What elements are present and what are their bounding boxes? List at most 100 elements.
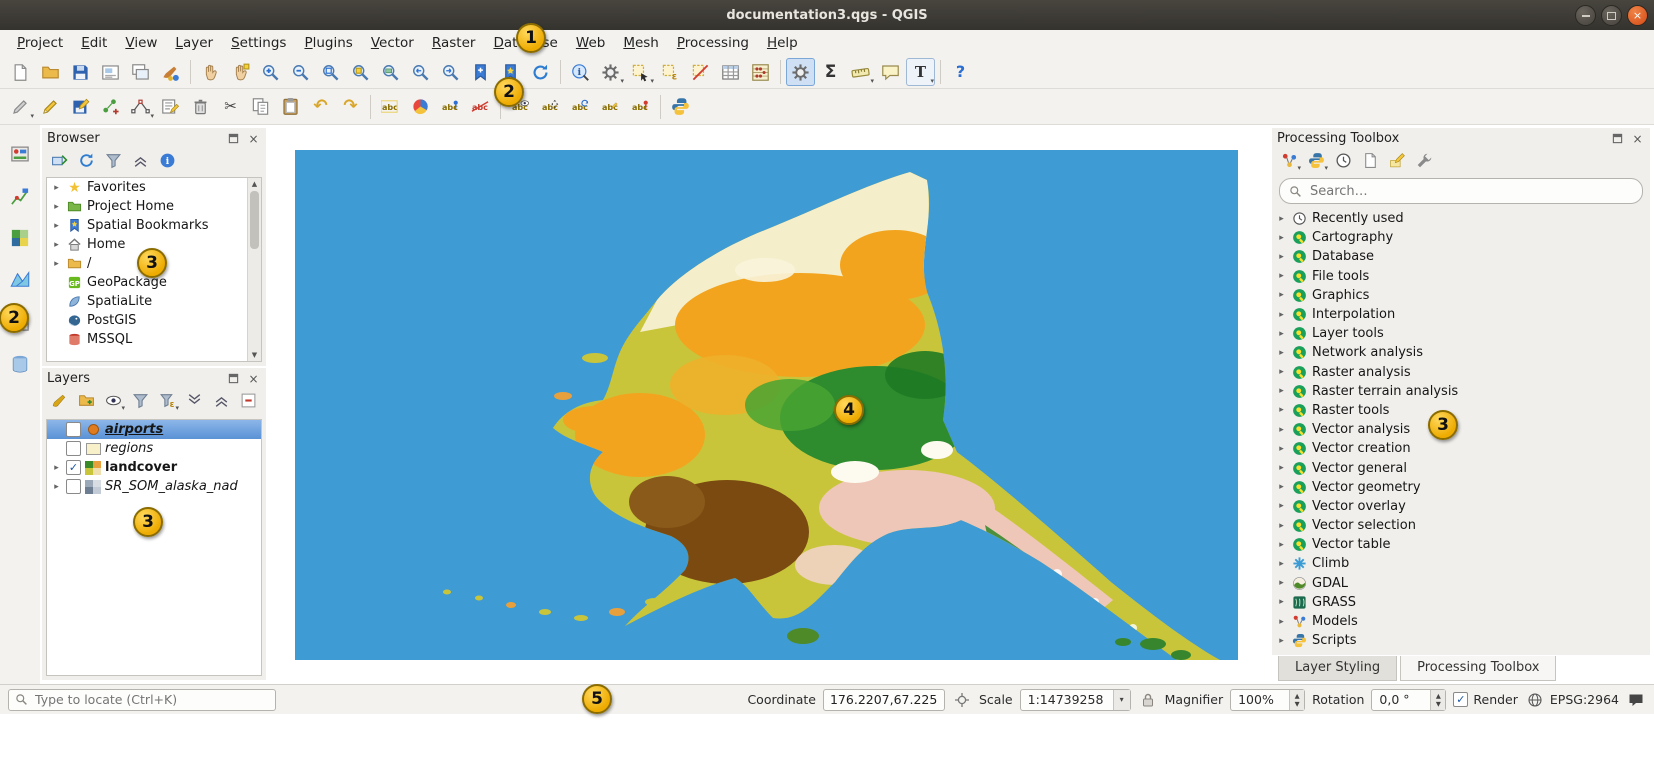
expand-arrow-icon[interactable]: ▸ bbox=[1276, 271, 1287, 281]
menu-vector[interactable]: Vector bbox=[362, 31, 423, 55]
spinner-arrows-icon[interactable]: ▲▼ bbox=[1430, 690, 1445, 710]
rotation-spinbox[interactable]: 0,0 ° ▲▼ bbox=[1371, 689, 1446, 711]
lock-icon[interactable] bbox=[1138, 690, 1158, 710]
map-tips-button[interactable] bbox=[876, 58, 905, 86]
options-button[interactable] bbox=[786, 58, 815, 86]
undo-button[interactable]: ↶ bbox=[306, 93, 335, 121]
help-contents-button[interactable]: ? bbox=[946, 58, 975, 86]
text-annotation-button[interactable]: T▾ bbox=[906, 58, 935, 86]
expand-arrow-icon[interactable]: ▸ bbox=[1276, 521, 1287, 531]
locate-input[interactable] bbox=[33, 691, 269, 708]
layer-item-landcover[interactable]: ▸✓landcover bbox=[47, 458, 261, 477]
processing-group-vector-overlay[interactable]: ▸Vector overlay bbox=[1272, 497, 1650, 516]
expand-arrow-icon[interactable]: ▸ bbox=[1276, 290, 1287, 300]
style-manager-button[interactable] bbox=[156, 58, 185, 86]
refresh-map-button[interactable] bbox=[526, 58, 555, 86]
layer-item-airports[interactable]: airports bbox=[47, 420, 261, 439]
coordinate-input[interactable] bbox=[823, 689, 945, 711]
expand-all-button[interactable] bbox=[184, 392, 204, 412]
select-by-expression-button[interactable]: ε bbox=[656, 58, 685, 86]
filter-by-expression-button[interactable]: ε▾ bbox=[157, 392, 177, 412]
processing-group-vector-table[interactable]: ▸Vector table bbox=[1272, 535, 1650, 554]
pin-unpin-labels-button[interactable]: abc bbox=[436, 93, 465, 121]
copy-features-button[interactable] bbox=[246, 93, 275, 121]
magnifier-spinbox[interactable]: 100% ▲▼ bbox=[1230, 689, 1305, 711]
chevron-down-icon[interactable]: ▾ bbox=[1113, 690, 1130, 710]
expand-arrow-icon[interactable]: ▸ bbox=[1276, 329, 1287, 339]
layer-labeling-options-button[interactable]: abc bbox=[376, 93, 405, 121]
statistical-summary-button[interactable]: Σ bbox=[816, 58, 845, 86]
expand-arrow-icon[interactable]: ▸ bbox=[1276, 463, 1287, 473]
processing-group-network-analysis[interactable]: ▸Network analysis bbox=[1272, 343, 1650, 362]
filter-legend-button[interactable] bbox=[130, 392, 150, 412]
scripts-menu-button[interactable]: ▾ bbox=[1306, 152, 1326, 172]
menu-layer[interactable]: Layer bbox=[166, 31, 222, 55]
expand-arrow-icon[interactable]: ▸ bbox=[51, 221, 62, 231]
menu-plugins[interactable]: Plugins bbox=[295, 31, 361, 55]
locate-search[interactable] bbox=[8, 689, 276, 711]
measure-line-button[interactable]: ▾ bbox=[846, 58, 875, 86]
browser-item-project-home[interactable]: ▸Project Home bbox=[47, 197, 248, 216]
tab-layer-styling[interactable]: Layer Styling bbox=[1278, 656, 1397, 681]
layer-diagram-options-button[interactable] bbox=[406, 93, 435, 121]
show-layout-manager-button[interactable] bbox=[126, 58, 155, 86]
close-panel-icon[interactable]: × bbox=[246, 371, 261, 386]
expand-arrow-icon[interactable]: ▸ bbox=[1276, 386, 1287, 396]
menu-help[interactable]: Help bbox=[758, 31, 807, 55]
zoom-to-layer-button[interactable] bbox=[376, 58, 405, 86]
expand-arrow-icon[interactable]: ▸ bbox=[1276, 559, 1287, 569]
edit-features-in-place-button[interactable] bbox=[1387, 152, 1407, 172]
modify-attributes-button[interactable] bbox=[156, 93, 185, 121]
zoom-full-button[interactable] bbox=[316, 58, 345, 86]
processing-group-database[interactable]: ▸Database bbox=[1272, 247, 1650, 266]
run-feature-action-button[interactable]: ▾ bbox=[596, 58, 625, 86]
processing-group-climb[interactable]: ▸Climb bbox=[1272, 554, 1650, 573]
field-calculator-button[interactable] bbox=[746, 58, 775, 86]
open-data-source-manager-button[interactable] bbox=[5, 139, 35, 169]
browser-scrollbar[interactable]: ▲ ▼ bbox=[247, 178, 261, 361]
browser-item-postgis[interactable]: PostGIS bbox=[47, 311, 248, 330]
layer-item-sr-som-alaska-nad[interactable]: ▸SR_SOM_alaska_nad bbox=[47, 477, 261, 496]
processing-group-vector-creation[interactable]: ▸Vector creation bbox=[1272, 439, 1650, 458]
processing-group-cartography[interactable]: ▸Cartography bbox=[1272, 228, 1650, 247]
minimize-button[interactable] bbox=[1575, 5, 1596, 26]
processing-group-graphics[interactable]: ▸Graphics bbox=[1272, 286, 1650, 305]
add-vector-layer-button[interactable] bbox=[5, 181, 35, 211]
processing-group-raster-terrain-analysis[interactable]: ▸Raster terrain analysis bbox=[1272, 382, 1650, 401]
scroll-down-icon[interactable]: ▼ bbox=[252, 349, 257, 361]
spinner-arrows-icon[interactable]: ▲▼ bbox=[1289, 690, 1304, 710]
processing-group-vector-selection[interactable]: ▸Vector selection bbox=[1272, 516, 1650, 535]
processing-group-grass[interactable]: ▸GRASS bbox=[1272, 593, 1650, 612]
add-raster-layer-button[interactable] bbox=[5, 223, 35, 253]
remove-layer-button[interactable] bbox=[238, 392, 258, 412]
map-canvas[interactable] bbox=[295, 150, 1238, 660]
expand-arrow-icon[interactable]: ▸ bbox=[51, 202, 62, 212]
expand-arrow-icon[interactable]: ▸ bbox=[1276, 405, 1287, 415]
refresh-browser-button[interactable] bbox=[76, 152, 96, 172]
menu-web[interactable]: Web bbox=[567, 31, 614, 55]
zoom-next-button[interactable] bbox=[436, 58, 465, 86]
processing-group-models[interactable]: ▸Models bbox=[1272, 612, 1650, 631]
expand-arrow-icon[interactable]: ▸ bbox=[1276, 252, 1287, 262]
crs-indicator[interactable]: EPSG:2964 bbox=[1525, 690, 1619, 710]
menu-settings[interactable]: Settings bbox=[222, 31, 295, 55]
browser-item-spatialite[interactable]: SpatiaLite bbox=[47, 292, 248, 311]
extents-icon[interactable] bbox=[952, 690, 972, 710]
zoom-to-selection-button[interactable] bbox=[346, 58, 375, 86]
expand-arrow-icon[interactable]: ▸ bbox=[51, 183, 62, 193]
add-mesh-layer-button[interactable] bbox=[5, 265, 35, 295]
processing-group-vector-analysis[interactable]: ▸Vector analysis bbox=[1272, 420, 1650, 439]
add-selected-layers-button[interactable] bbox=[49, 152, 69, 172]
zoom-in-button[interactable] bbox=[256, 58, 285, 86]
paste-features-button[interactable] bbox=[276, 93, 305, 121]
processing-search[interactable] bbox=[1279, 178, 1643, 204]
close-panel-icon[interactable]: × bbox=[246, 131, 261, 146]
layer-item-regions[interactable]: regions bbox=[47, 439, 261, 458]
expand-arrow-icon[interactable]: ▸ bbox=[1276, 425, 1287, 435]
toggle-editing-button[interactable] bbox=[36, 93, 65, 121]
expand-arrow-icon[interactable]: ▸ bbox=[51, 463, 62, 473]
layer-visibility-checkbox[interactable] bbox=[66, 441, 81, 456]
float-panel-icon[interactable] bbox=[226, 131, 241, 146]
expand-arrow-icon[interactable]: ▸ bbox=[1276, 482, 1287, 492]
browser-item-favorites[interactable]: ▸★Favorites bbox=[47, 178, 248, 197]
